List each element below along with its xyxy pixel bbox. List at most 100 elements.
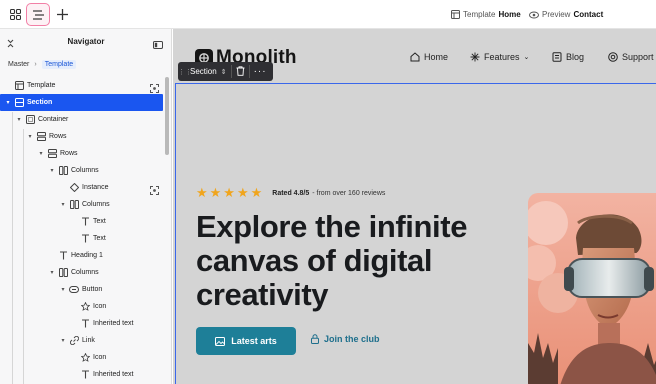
tree-item-text[interactable]: Text [0,230,106,247]
tree-item-columns[interactable]: ▾ Columns [0,196,110,213]
tree-item-icon[interactable]: Icon [0,298,106,315]
tree-item-template[interactable]: Template [0,77,55,94]
tree-item-label: Container [38,116,69,123]
menu-item-support[interactable]: Support [608,50,654,64]
latest-arts-button[interactable]: Latest arts [196,327,296,355]
tree-item-icon[interactable]: Icon [0,349,106,366]
menu-label: Support [622,52,654,62]
breadcrumb: Master › Template [8,58,77,70]
tree-item-text[interactable]: Text [0,213,106,230]
tree-item-label: Button [82,286,103,293]
tree-item-inherited-text[interactable]: Inherited text [0,315,133,332]
navigator-title: Navigator [67,36,105,46]
tree-item-label: Section [27,99,53,106]
link-icon [69,336,79,346]
menu-label: Features [484,52,520,62]
navigator-scrollbar[interactable] [165,77,169,155]
rating-stars: ★★★★★ [196,185,265,200]
tree-item-columns[interactable]: ▾ Columns [0,264,99,281]
columns-icon [69,200,79,210]
tree-item-label: Template [27,82,56,89]
image-icon [215,336,226,346]
grid-icon[interactable] [3,3,27,26]
star-icon [80,302,90,312]
section-icon [14,98,24,108]
menu-item-features[interactable]: Features ⌄ [470,50,529,64]
tree-item-instance[interactable]: Instance [0,179,108,196]
preview-selector[interactable]: Preview Contact [529,0,603,29]
tree-item-label: Icon [93,303,107,310]
tree-item-label: Heading 1 [71,252,103,259]
template-label: Template [463,10,496,19]
tree-item-button[interactable]: ▾ Button [0,281,102,298]
instance-icon [69,183,79,193]
lock-icon [311,334,319,344]
menu-item-blog[interactable]: Blog [552,50,584,64]
rating-reviews: - from over 160 reviews [312,189,386,197]
tree-item-section[interactable]: ▾ Section [0,94,163,111]
toolbar-divider [248,65,250,78]
link-label: Join the club [324,334,380,344]
text-icon [80,234,90,244]
tree-item-columns[interactable]: ▾ Columns [0,162,99,179]
preview-label: Preview [542,10,571,19]
plus-icon[interactable] [50,3,74,26]
navigator-icon[interactable] [26,3,50,26]
breadcrumb-template[interactable]: Template [41,59,77,69]
container-icon [25,115,35,125]
button-label: Latest arts [231,336,277,346]
join-club-link[interactable]: Join the club [311,334,380,344]
panel-toggle-icon[interactable] [153,36,163,54]
tree-item-label: Inherited text [93,371,134,378]
toolbar-element-label[interactable]: Section [190,67,221,76]
tree-item-label: Icon [93,354,107,361]
support-icon [608,52,618,62]
element-toolbar: ⋮⋮ Section ⇕ ··· [178,62,273,81]
heading-icon [58,251,68,261]
rating-row: ★★★★★ Rated 4.8/5 - from over 160 review… [196,185,385,201]
text-icon [80,319,90,329]
star-icon [80,353,90,363]
tree-item-heading[interactable]: Heading 1 [0,247,103,264]
tree-item-label: Columns [82,201,110,208]
columns-icon [58,166,68,176]
more-icon[interactable]: ··· [254,66,267,77]
navigator-panel: Navigator Master › Template Template ▾ S… [0,29,172,384]
template-icon [451,10,460,19]
tree-item-label: Rows [49,133,67,140]
sparkle-icon [470,52,480,62]
rating-score: Rated 4.8/5 [272,189,310,197]
chevron-updown-icon[interactable]: ⇕ [221,68,227,76]
preview-value: Contact [573,10,604,19]
tree-item-inherited-text[interactable]: Inherited text [0,366,133,383]
breadcrumb-master[interactable]: Master [8,61,29,68]
tree-item-label: Link [82,337,95,344]
home-icon [410,52,420,62]
tree-item-label: Instance [82,184,109,191]
eye-icon [529,11,539,18]
hero-image[interactable] [528,193,656,384]
tree-item-rows[interactable]: ▾ Rows [0,145,78,162]
blog-icon [552,52,562,62]
template-value: Home [498,10,521,19]
tree-item-link[interactable]: ▾ Link [0,332,95,349]
menu-label: Blog [566,52,585,62]
menu-label: Home [424,52,449,62]
trash-icon[interactable] [236,65,245,78]
tree-item-label: Columns [71,167,99,174]
chevron-right-icon: › [34,60,37,68]
focus-icon[interactable] [150,182,159,200]
template-selector[interactable]: Template Home [451,0,521,29]
top-bar: Template Home Preview Contact [0,0,656,29]
tree-item-label: Rows [60,150,78,157]
drag-handle-icon[interactable]: ⋮⋮ [178,68,192,76]
tree-item-label: Inherited text [93,320,134,327]
tree-item-label: Text [93,235,106,242]
tree-item-rows[interactable]: ▾ Rows [0,128,67,145]
template-icon [14,81,24,91]
menu-item-home[interactable]: Home [410,50,448,64]
tree-item-container[interactable]: ▾ Container [0,111,68,128]
rows-icon [36,132,46,142]
toolbar-divider [230,65,232,78]
hero-heading[interactable]: Explore the infinite canvas of digital c… [196,210,516,312]
